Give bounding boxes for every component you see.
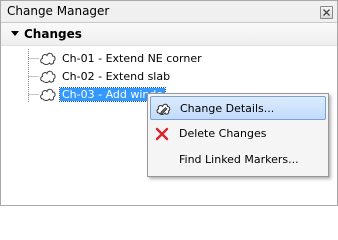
menu-item-label: Find Linked Markers... — [179, 153, 299, 166]
changes-section-header[interactable]: Changes — [1, 23, 337, 46]
close-icon — [323, 9, 330, 16]
menu-item-delete-changes[interactable]: Delete Changes — [150, 122, 326, 146]
close-button[interactable] — [320, 6, 333, 19]
menu-item-label: Delete Changes — [179, 127, 267, 140]
context-menu: Change Details... Delete Changes Find Li… — [147, 93, 329, 177]
tree-item-ch-01[interactable]: Ch-01 - Extend NE corner — [39, 50, 202, 67]
tree-item-label: Ch-01 - Extend NE corner — [62, 52, 202, 65]
change-manager-window: Change Manager Changes Ch-01 - Extend NE… — [0, 0, 338, 206]
menu-item-label: Change Details... — [180, 102, 275, 115]
cloud-markup-icon — [40, 52, 56, 65]
title-bar: Change Manager — [1, 1, 337, 23]
window-title: Change Manager — [7, 4, 110, 18]
collapse-arrow-icon[interactable] — [11, 31, 19, 36]
menu-item-find-linked-markers[interactable]: Find Linked Markers... — [150, 148, 326, 172]
delete-x-icon — [155, 127, 169, 141]
tree-item-ch-02[interactable]: Ch-02 - Extend slab — [39, 68, 179, 85]
change-details-icon — [156, 103, 171, 115]
cloud-markup-icon — [40, 70, 56, 83]
menu-item-change-details[interactable]: Change Details... — [150, 96, 326, 120]
cloud-markup-icon — [40, 88, 56, 101]
section-title: Changes — [24, 27, 82, 41]
tree-item-label: Ch-02 - Extend slab — [62, 70, 171, 83]
